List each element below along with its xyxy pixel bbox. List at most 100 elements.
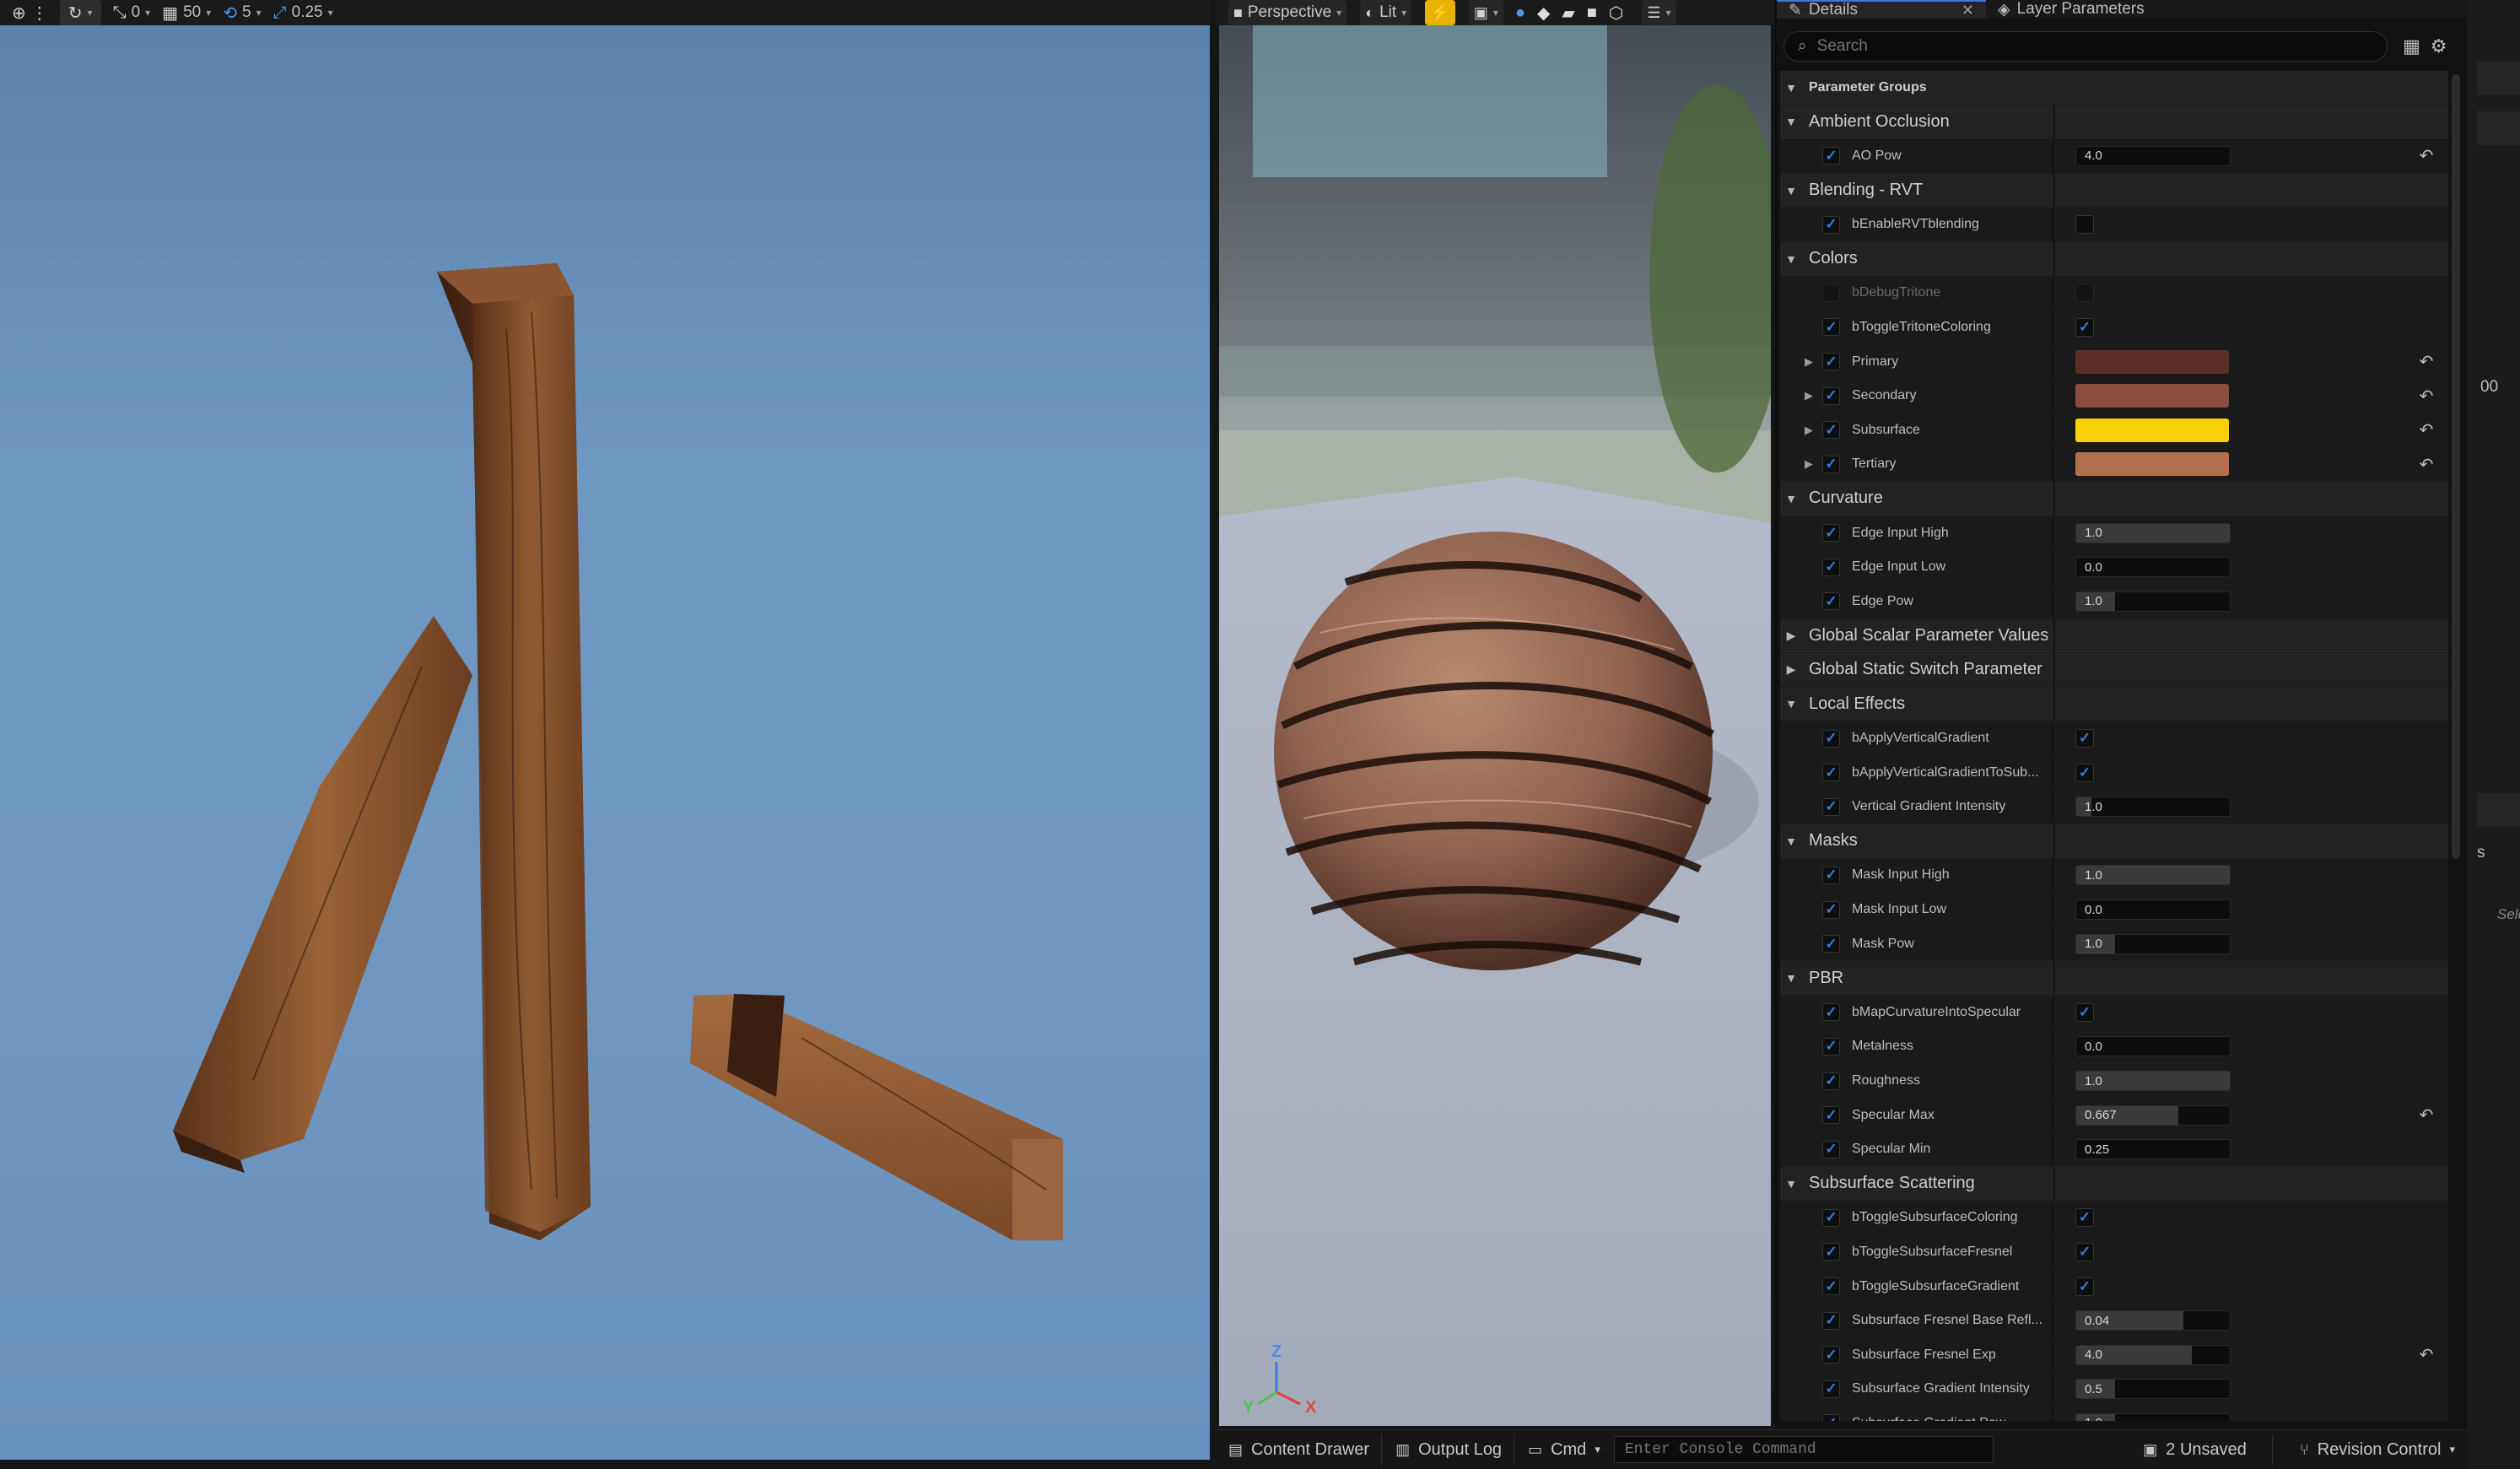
override-checkbox[interactable]: ✓ [1822, 1140, 1840, 1158]
override-checkbox[interactable]: ✓ [1822, 1072, 1840, 1090]
value-checkbox[interactable] [2075, 215, 2094, 235]
override-checkbox[interactable]: ✓ [1822, 421, 1840, 440]
gear-icon[interactable]: ⚙ [2431, 35, 2447, 57]
override-checkbox[interactable]: ✓ [1822, 1003, 1840, 1022]
override-checkbox[interactable]: ✓ [1822, 1346, 1840, 1364]
value-slider[interactable]: 0.0 [2075, 1036, 2231, 1057]
expand-down-icon[interactable]: ▼ [1780, 971, 1802, 985]
value-slider[interactable]: 0.25 [2075, 1139, 2231, 1160]
override-checkbox[interactable]: ✓ [1822, 318, 1840, 337]
tab-layer-parameters[interactable]: ◈ Layer Parameters [1986, 0, 2156, 19]
content-drawer-button[interactable]: ▤ Content Drawer [1228, 1431, 1369, 1468]
expand-right-icon[interactable]: ▶ [1800, 355, 1817, 369]
category-row[interactable]: ▶ Global Scalar Parameter Values [1780, 618, 2448, 654]
override-checkbox[interactable]: ✓ [1822, 1106, 1840, 1125]
rotation-snap-button[interactable]: ⟲ 5 ▾ [223, 0, 261, 25]
color-swatch[interactable] [2075, 384, 2229, 408]
value-slider[interactable]: 4.0 [2075, 145, 2231, 166]
reset-to-default-icon[interactable]: ↶ [2420, 454, 2434, 475]
category-row[interactable]: ▼ Colors [1780, 241, 2448, 277]
details-scrollbar[interactable] [2452, 74, 2460, 859]
value-checkbox[interactable]: ✓ [2075, 1242, 2094, 1261]
override-checkbox[interactable]: ✓ [1822, 1037, 1840, 1056]
override-checkbox[interactable]: ✓ [1822, 215, 1840, 234]
override-checkbox[interactable]: ✓ [1822, 1208, 1840, 1227]
rotate-mode-button[interactable]: ↻ ▾ [59, 0, 101, 25]
level-viewport-scene[interactable] [0, 25, 1210, 1460]
table-view-icon[interactable]: ▦ [2403, 35, 2420, 57]
category-row[interactable]: ▼ Blending - RVT [1780, 173, 2448, 208]
override-checkbox[interactable]: ✓ [1822, 866, 1840, 884]
value-checkbox[interactable] [2075, 284, 2094, 303]
perspective-dropdown[interactable]: ■ Perspective ▾ [1228, 0, 1347, 25]
reset-to-default-icon[interactable]: ↶ [2420, 1104, 2434, 1126]
transform-globe-button[interactable]: ⊕ ⋮ [12, 0, 48, 25]
category-row[interactable]: ▼ Curvature [1780, 482, 2448, 516]
override-checkbox[interactable]: ✓ [1822, 935, 1840, 953]
reset-to-default-icon[interactable]: ↶ [2420, 419, 2434, 440]
category-row[interactable]: ▼ Masks [1780, 824, 2448, 859]
override-checkbox[interactable]: ✓ [1822, 353, 1840, 371]
value-checkbox[interactable]: ✓ [2075, 763, 2094, 782]
main-viewport[interactable]: ⊕ ⋮ ↻ ▾ ⤡ 0 ▾ ▦ 50 ▾ ⟲ 5 ▾ ⤢ 0.25 ▾ [0, 0, 1211, 1469]
viewport-menu-button[interactable]: ☰ ▾ [1642, 0, 1676, 25]
value-checkbox[interactable]: ✓ [2075, 1208, 2094, 1228]
expand-down-icon[interactable]: ▼ [1780, 115, 1802, 128]
expand-right-icon[interactable]: ▶ [1800, 457, 1817, 471]
override-checkbox[interactable]: ✓ [1822, 729, 1840, 748]
override-checkbox[interactable]: ✓ [1822, 386, 1840, 405]
category-row[interactable]: ▼ PBR [1780, 961, 2448, 996]
value-slider[interactable]: 1.0 [2075, 1071, 2231, 1092]
expand-down-icon[interactable]: ▼ [1780, 252, 1802, 266]
override-checkbox[interactable]: ✓ [1822, 764, 1840, 782]
preview-cylinder-icon[interactable]: ▰ [1562, 3, 1574, 24]
color-swatch[interactable] [2075, 418, 2229, 442]
override-checkbox[interactable]: ✓ [1822, 1414, 1840, 1421]
grid-snap-button[interactable]: ▦ 50 ▾ [162, 0, 211, 25]
cmd-dropdown[interactable]: ▭ Cmd ▾ [1528, 1431, 1600, 1468]
value-slider[interactable]: 0.0 [2075, 557, 2231, 578]
override-checkbox[interactable]: ✓ [1822, 558, 1840, 576]
revision-control-button[interactable]: ⑂ Revision Control ▾ [2300, 1431, 2455, 1468]
category-row[interactable]: ▼ Ambient Occlusion [1780, 105, 2448, 140]
expand-right-icon[interactable]: ▶ [1800, 389, 1817, 402]
expand-down-icon[interactable]: ▼ [1780, 1177, 1802, 1191]
category-row[interactable]: ▼ Local Effects [1780, 687, 2448, 722]
override-checkbox[interactable]: ✓ [1822, 1311, 1840, 1330]
category-row[interactable]: ▼ Subsurface Scattering [1780, 1167, 2448, 1202]
reset-to-default-icon[interactable]: ↶ [2420, 145, 2434, 166]
value-slider[interactable]: 4.0 [2075, 1344, 2231, 1365]
collapse-right-icon[interactable]: ▶ [1780, 629, 1802, 643]
value-checkbox[interactable]: ✓ [2075, 317, 2094, 337]
realtime-toggle-button[interactable]: ⚡ [1425, 0, 1455, 25]
scale-snap-button[interactable]: ⤢ 0.25 ▾ [273, 0, 333, 25]
value-checkbox[interactable]: ✓ [2075, 1002, 2094, 1022]
preview-mesh-icon[interactable]: ⬡ [1609, 3, 1623, 24]
value-slider[interactable]: 0.667 [2075, 1104, 2231, 1126]
color-swatch[interactable] [2075, 349, 2229, 374]
material-preview-viewport[interactable]: Z X Y [1219, 25, 1784, 1426]
override-checkbox[interactable]: ✓ [1822, 592, 1840, 611]
category-row[interactable]: ▶ Global Static Switch Parameter [1780, 653, 2448, 688]
preview-sphere-icon[interactable]: ● [1515, 3, 1525, 23]
override-checkbox[interactable]: ✓ [1822, 455, 1840, 473]
lit-dropdown[interactable]: ◐ Lit ▾ [1360, 0, 1412, 25]
search-input[interactable] [1816, 37, 2357, 56]
override-checkbox[interactable] [1822, 284, 1840, 302]
override-checkbox[interactable]: ✓ [1822, 1380, 1840, 1398]
reset-to-default-icon[interactable]: ↶ [2420, 351, 2434, 372]
unsaved-button[interactable]: ▣ 2 Unsaved [2143, 1431, 2247, 1468]
expand-down-icon[interactable]: ▼ [1780, 492, 1802, 505]
console-box[interactable] [1613, 1436, 1994, 1463]
expand-down-icon[interactable]: ▼ [1780, 184, 1802, 197]
override-checkbox[interactable]: ✓ [1822, 1277, 1840, 1296]
value-slider[interactable]: 0.04 [2075, 1310, 2231, 1331]
show-flags-dropdown[interactable]: ▣ ▾ [1468, 0, 1503, 25]
override-checkbox[interactable]: ✓ [1822, 524, 1840, 543]
expand-down-icon[interactable]: ▼ [1780, 834, 1802, 848]
color-swatch[interactable] [2075, 452, 2229, 477]
console-input[interactable] [1624, 1441, 1979, 1458]
value-slider[interactable]: 0.0 [2075, 899, 2231, 921]
expand-right-icon[interactable]: ▶ [1800, 424, 1817, 437]
value-slider[interactable]: 1.0 [2075, 865, 2231, 886]
